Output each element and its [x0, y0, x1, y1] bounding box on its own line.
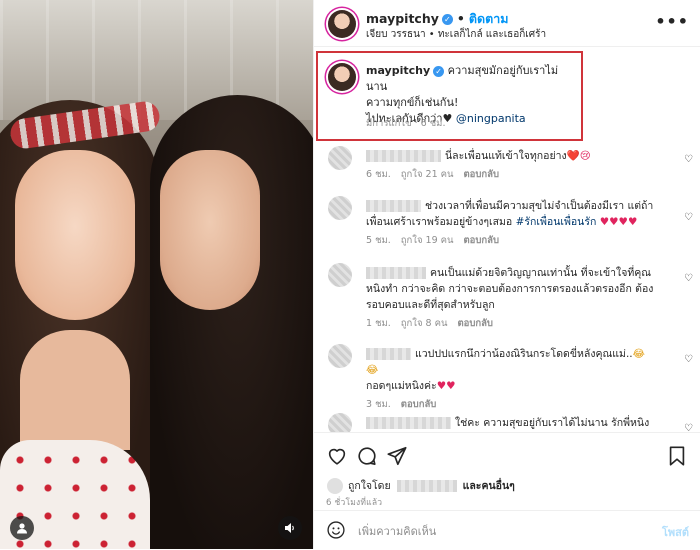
more-options-button[interactable]: •••	[655, 12, 689, 31]
comment-body: ใช่คะ ความสุขอยู่กับเราได้ไม่นาน รักพี่ห…	[366, 415, 666, 432]
comment-body: ช่วงเวลาที่เพื่อนมีความสุขไม่จำเป็นต้องม…	[366, 198, 656, 249]
comment-body: แวปปปแรกนึกว่าน้องณิรินกระโดดขี่หลังคุณแ…	[366, 346, 656, 413]
comment-likes[interactable]: ถูกใจ 8 คน	[401, 318, 448, 329]
comment-body: คนเป็นแม่ด้วยจิตวิญญาณเท่านั้น ที่จะเข้า…	[366, 265, 656, 332]
reply-button[interactable]: ตอบกลับ	[401, 399, 437, 410]
comment-button[interactable]	[354, 443, 380, 469]
instagram-post-view: maypitchy ✓ • ติดตาม เจียบ วรรธนา • ทะเลก็ไ…	[0, 0, 700, 549]
caption-avatar[interactable]	[328, 63, 356, 91]
post-photo[interactable]	[0, 0, 313, 549]
commenter-avatar[interactable]	[328, 146, 352, 170]
commenter-avatar[interactable]	[328, 196, 352, 220]
post-side-panel: maypitchy ✓ • ติดตาม เจียบ วรรธนา • ทะเลก็ไ…	[313, 0, 700, 549]
comment-text: นี่ละเพื่อนแท้เข้าใจทุกอย่าง	[445, 150, 567, 162]
reply-button[interactable]: ตอบกลับ	[463, 169, 499, 180]
caption-meta: มีการแก้ไข · 6 ชม.	[366, 118, 446, 129]
caption-time: 6 ชม.	[420, 118, 446, 129]
comment-emoji-2: ♥♥	[436, 380, 456, 392]
photo-person-left-shoulder	[20, 330, 130, 450]
comments-list[interactable]: นี่ละเพื่อนแท้เข้าใจทุกอย่าง❤️😢 6 ชม. ถูก…	[314, 142, 700, 432]
verified-icon: ✓	[433, 65, 445, 77]
heart-icon: ♡	[684, 212, 693, 223]
tagged-users-button[interactable]	[10, 516, 34, 540]
audio-subtitle[interactable]: เจียบ วรรธนา • ทะเลก็ไกล์ และเธอก็เศร้า	[366, 27, 546, 42]
comment-like-button[interactable]: ♡	[684, 423, 693, 432]
comment-like-button[interactable]: ♡	[684, 354, 693, 365]
heart-icon: ♡	[684, 154, 693, 165]
caption-highlight-box: maypitchy ✓ ความสุขมักอยู่กับเราไม่นาน คว…	[316, 51, 583, 141]
author-username[interactable]: maypitchy	[366, 11, 439, 26]
comment-time: 1 ชม.	[366, 318, 391, 329]
reply-button[interactable]: ตอบกลับ	[463, 235, 499, 246]
heart-icon: ♡	[684, 354, 693, 365]
and-others-label[interactable]: และคนอื่นๆ	[463, 480, 515, 492]
commenter-username-blurred[interactable]	[366, 417, 451, 429]
user-icon	[17, 523, 27, 534]
commenter-avatar[interactable]	[328, 263, 352, 287]
reply-button[interactable]: ตอบกลับ	[457, 318, 493, 329]
verified-icon: ✓	[441, 14, 453, 25]
sound-toggle-button[interactable]	[278, 516, 302, 540]
comment-body: นี่ละเพื่อนแท้เข้าใจทุกอย่าง❤️😢 6 ชม. ถูก…	[366, 148, 656, 183]
caption-edited: มีการแก้ไข	[366, 118, 412, 129]
commenter-username-blurred[interactable]	[366, 348, 411, 360]
comment-like-button[interactable]: ♡	[684, 273, 693, 284]
like-button[interactable]	[324, 443, 350, 469]
comment-time: 3 ชม.	[366, 399, 391, 410]
author-avatar[interactable]	[328, 10, 356, 38]
emoji-icon[interactable]	[326, 520, 346, 540]
comment-hashtag[interactable]: #รักเพื่อนเพื่อนรัก	[516, 216, 597, 228]
heart-icon	[328, 448, 346, 465]
bookmark-icon	[669, 446, 685, 466]
comment-text-2: กอดๆแม่หนิงค่ะ	[366, 380, 437, 392]
save-button[interactable]	[664, 443, 690, 469]
liked-by-label: ถูกใจโดย	[348, 480, 391, 492]
caption-line-2: ความทุกข์ก็เช่นกัน!	[366, 96, 459, 109]
comment-text: แวปปปแรกนึกว่าน้องณิรินกระโดดขี่หลังคุณแ…	[415, 348, 633, 360]
commenter-avatar[interactable]	[328, 344, 352, 368]
comment-meta: 1 ชม. ถูกใจ 8 คน ตอบกลับ	[366, 316, 656, 332]
separator-dot: •	[456, 11, 465, 26]
liker-avatar	[326, 477, 344, 495]
post-comment-button[interactable]: โพสต์	[662, 523, 689, 541]
follow-button[interactable]: ติดตาม	[469, 11, 509, 26]
photo-person-left-face	[15, 150, 135, 320]
comment-like-button[interactable]: ♡	[684, 154, 693, 165]
caption-username[interactable]: maypitchy	[366, 64, 430, 77]
comment-likes[interactable]: ถูกใจ 21 คน	[401, 169, 454, 180]
commenter-username-blurred[interactable]	[366, 267, 426, 279]
heart-icon: ♡	[684, 273, 693, 284]
post-time-ago[interactable]: 6 ชั่วโมงที่แล้ว	[326, 495, 382, 509]
comment-emoji: ❤️😢	[566, 150, 591, 162]
author-line: maypitchy ✓ • ติดตาม	[366, 9, 509, 29]
post-header: maypitchy ✓ • ติดตาม เจียบ วรรธนา • ทะเลก็ไ…	[314, 0, 700, 47]
comment-time: 5 ชม.	[366, 235, 391, 246]
sound-icon	[285, 523, 294, 533]
comment-input[interactable]	[356, 520, 640, 542]
commenter-avatar[interactable]	[328, 413, 352, 432]
comment-like-button[interactable]: ♡	[684, 212, 693, 223]
comment-icon	[358, 447, 376, 466]
photo-person-right-face	[160, 150, 260, 310]
comment-meta: 3 ชม. ตอบกลับ	[366, 397, 656, 413]
comment-emoji: ♥♥♥♥	[599, 216, 638, 228]
caption-mention[interactable]: @ningpanita	[456, 112, 526, 125]
commenter-username-blurred[interactable]	[366, 150, 441, 162]
share-button[interactable]	[384, 443, 410, 469]
comment-time: 6 ชม.	[366, 169, 391, 180]
share-icon	[387, 446, 407, 466]
likes-summary[interactable]: ถูกใจโดย และคนอื่นๆ	[326, 477, 515, 495]
add-comment-bar: โพสต์	[314, 510, 700, 550]
comment-meta: 6 ชม. ถูกใจ 21 คน ตอบกลับ	[366, 167, 656, 183]
heart-icon: ♡	[684, 423, 693, 432]
commenter-username-blurred[interactable]	[366, 200, 421, 212]
liker-username-blurred[interactable]	[396, 480, 457, 492]
comment-meta: 5 ชม. ถูกใจ 19 คน ตอบกลับ	[366, 233, 656, 249]
comment-likes[interactable]: ถูกใจ 19 คน	[401, 235, 454, 246]
